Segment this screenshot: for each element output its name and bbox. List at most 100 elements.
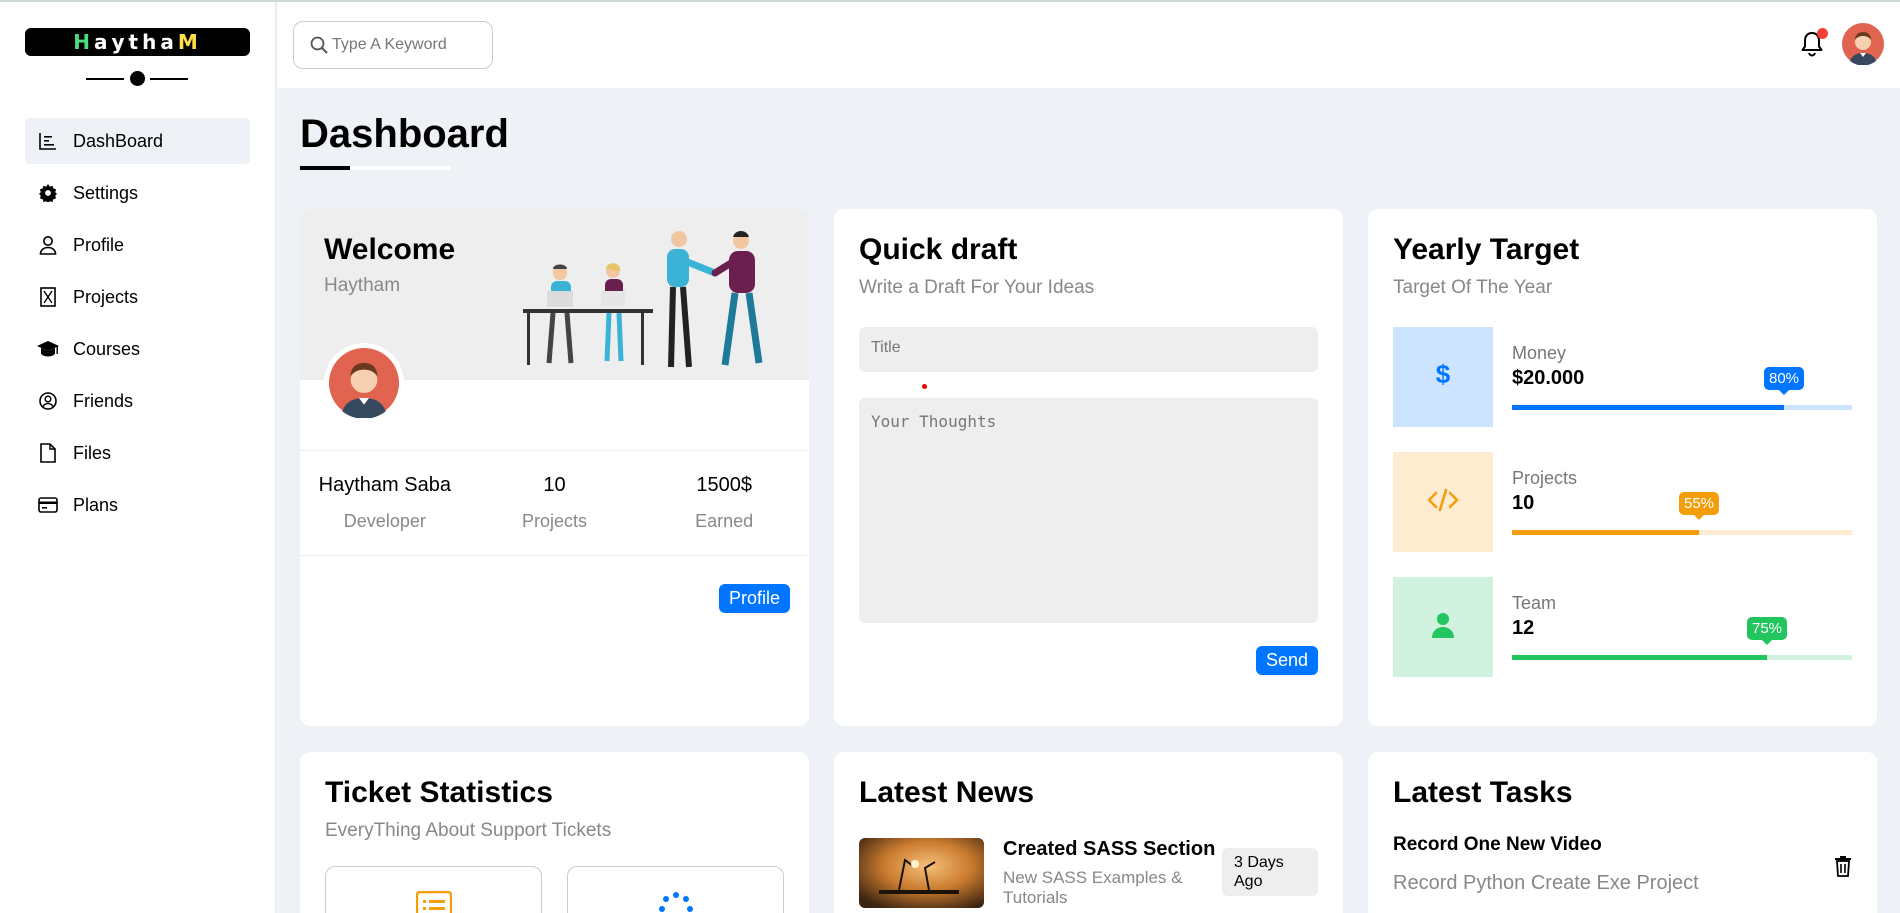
search-input[interactable]: Type A Keyword xyxy=(293,21,493,69)
task-item-desc: Record Python Create Exe Project xyxy=(1393,872,1699,894)
sidebar-item-files[interactable]: Files xyxy=(25,430,250,476)
cursor-dot xyxy=(922,384,927,389)
sidebar-item-projects[interactable]: Projects xyxy=(25,274,250,320)
welcome-avatar[interactable] xyxy=(324,343,404,423)
sidebar-nav: DashBoard Settings Profile Projects Cour… xyxy=(25,118,250,534)
logo-letter: H xyxy=(73,30,94,54)
app-logo[interactable]: HaythaM xyxy=(25,28,250,56)
svg-text:$: $ xyxy=(1436,361,1451,389)
spinner-icon xyxy=(658,891,694,913)
stat-earned: 1500$ Earned xyxy=(654,474,794,532)
progress-percent: 80% xyxy=(1763,367,1805,395)
latest-news-card: Latest News Created SASS Section New SAS… xyxy=(834,752,1343,913)
draft-title-placeholder: Title xyxy=(871,339,901,356)
target-title: Yearly Target xyxy=(1393,233,1580,266)
logo-letter: h xyxy=(142,30,161,54)
search-icon xyxy=(310,36,328,54)
news-item-desc: New SASS Examples & Tutorials xyxy=(1003,868,1183,907)
ticket-stat-box xyxy=(325,866,542,913)
logo-letter: t xyxy=(128,30,143,54)
sidebar-item-courses[interactable]: Courses xyxy=(25,326,250,372)
logo-letter: a xyxy=(93,30,112,54)
sidebar-item-profile[interactable]: Profile xyxy=(25,222,250,268)
latest-tasks-card: Latest Tasks Record One New Video Record… xyxy=(1368,752,1877,913)
sidebar-item-label: Plans xyxy=(73,494,119,515)
draft-title-input[interactable]: Title xyxy=(859,327,1318,372)
ticket-stat-box xyxy=(567,866,784,913)
logo-letter: a xyxy=(160,30,178,54)
user-circle-icon xyxy=(37,390,59,412)
graduation-cap-icon xyxy=(37,338,59,360)
target-row-team: Team 12 75% xyxy=(1393,577,1852,677)
target-progress: 55% xyxy=(1512,492,1852,535)
quick-draft-card: Quick draft Write a Draft For Your Ideas… xyxy=(834,209,1343,726)
draft-body-textarea[interactable]: Your Thoughts xyxy=(859,398,1318,623)
notifications-button[interactable] xyxy=(1800,28,1828,58)
welcome-card: Welcome Haytham Haytham Saba Developer 1… xyxy=(300,209,809,726)
sidebar-item-label: Courses xyxy=(73,338,141,359)
sidebar-item-label: Settings xyxy=(73,182,139,203)
ticket-statistics-card: Ticket Statistics EveryThing About Suppo… xyxy=(300,752,809,913)
news-thumbnail xyxy=(859,838,984,908)
target-label: Money xyxy=(1512,343,1567,363)
trash-icon[interactable] xyxy=(1834,855,1852,882)
dollar-icon: $ xyxy=(1435,359,1451,394)
target-progress: 80% xyxy=(1512,367,1852,410)
stat-label: Developer xyxy=(343,511,426,531)
user-avatar[interactable] xyxy=(1842,23,1884,66)
progress-percent: 75% xyxy=(1746,617,1788,645)
target-label: Team xyxy=(1512,593,1557,613)
tickets-subtitle: EveryThing About Support Tickets xyxy=(325,820,612,841)
draft-body-placeholder: Your Thoughts xyxy=(871,412,997,431)
welcome-header: Welcome Haytham xyxy=(300,209,809,423)
send-button[interactable]: Send xyxy=(1255,646,1318,675)
stat-label: Earned xyxy=(695,511,754,531)
stat-label: Projects xyxy=(521,511,587,531)
page-title: Dashboard xyxy=(300,112,509,156)
news-item-title: Created SASS Section xyxy=(1003,838,1216,860)
user-icon xyxy=(1432,612,1454,643)
draft-title: Quick draft xyxy=(859,233,1018,266)
sidebar-item-settings[interactable]: Settings xyxy=(25,170,250,216)
news-item[interactable]: Created SASS Section New SASS Examples &… xyxy=(859,838,1318,908)
target-icon-box xyxy=(1393,452,1493,552)
bell-icon xyxy=(1800,32,1824,62)
profile-button[interactable]: Profile xyxy=(718,584,790,613)
hourglass-icon xyxy=(37,286,59,308)
tickets-title: Ticket Statistics xyxy=(325,776,553,809)
draft-subtitle: Write a Draft For Your Ideas xyxy=(859,277,1095,298)
sidebar-item-plans[interactable]: Plans xyxy=(25,482,250,528)
stat-name: Haytham Saba Developer xyxy=(315,474,455,532)
target-progress: 75% xyxy=(1512,617,1852,660)
stat-value: 1500$ xyxy=(696,474,752,496)
title-underline xyxy=(300,166,450,170)
team-illustration xyxy=(523,231,763,368)
target-row-money: $ Money $20.000 80% xyxy=(1393,327,1852,427)
target-row-projects: Projects 10 55% xyxy=(1393,452,1852,552)
file-icon xyxy=(37,442,59,464)
task-item-title: Record One New Video xyxy=(1393,834,1602,855)
sidebar-item-label: Profile xyxy=(73,234,125,255)
progress-fill xyxy=(1512,655,1767,660)
credit-card-icon xyxy=(37,494,59,516)
tasks-title: Latest Tasks xyxy=(1393,776,1573,809)
progress-fill xyxy=(1512,530,1699,535)
progress-fill xyxy=(1512,405,1784,410)
target-icon-box: $ xyxy=(1393,327,1493,427)
logo-letter: y xyxy=(111,30,129,54)
target-icon-box xyxy=(1393,577,1493,677)
top-header: Type A Keyword xyxy=(277,2,1900,88)
sidebar-item-label: Projects xyxy=(73,286,139,307)
sidebar-item-dashboard[interactable]: DashBoard xyxy=(25,118,250,164)
list-icon xyxy=(415,890,452,913)
sidebar-item-friends[interactable]: Friends xyxy=(25,378,250,424)
logo-decoration xyxy=(86,71,188,87)
yearly-target-card: Yearly Target Target Of The Year $ Money… xyxy=(1368,209,1877,726)
stat-value: 10 xyxy=(543,474,566,496)
target-label: Projects xyxy=(1512,468,1578,488)
search-placeholder: Type A Keyword xyxy=(332,36,447,53)
sidebar-item-label: DashBoard xyxy=(73,130,164,151)
target-subtitle: Target Of The Year xyxy=(1393,277,1553,298)
news-item-time: 3 Days Ago xyxy=(1222,848,1318,896)
logo-letter: M xyxy=(177,30,202,54)
